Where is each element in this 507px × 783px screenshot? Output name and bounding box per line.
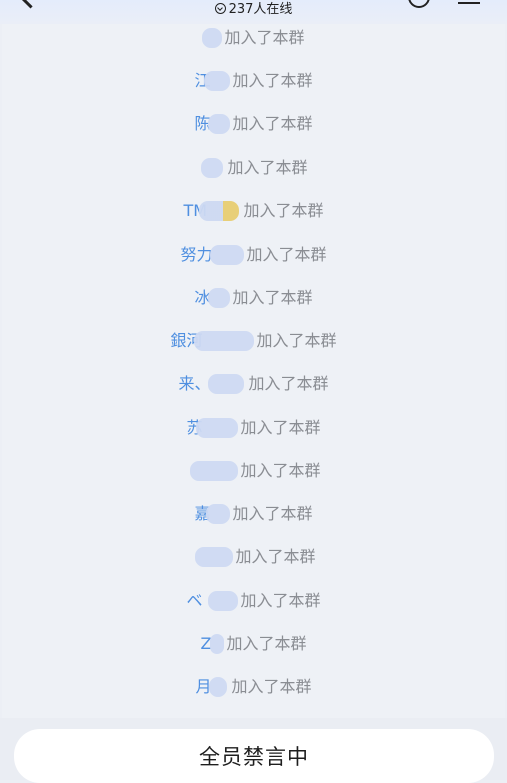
member-name[interactable]: 銀河: [170, 329, 255, 353]
member-name[interactable]: [186, 459, 239, 483]
chevron-down-icon: [214, 3, 226, 14]
join-action-text: 加入了本群: [232, 71, 313, 90]
join-action-text: 加入了本群: [224, 28, 305, 47]
join-action-text: 加入了本群: [231, 677, 312, 696]
member-name[interactable]: 月: [195, 675, 229, 699]
join-event: 陈 加入了本群: [2, 112, 505, 136]
join-action-text: 加入了本群: [227, 158, 308, 177]
join-action-text: 加入了本群: [240, 591, 321, 610]
member-name[interactable]: ベ: [186, 589, 239, 613]
member-name[interactable]: 来、: [178, 372, 246, 396]
member-name[interactable]: [199, 156, 225, 180]
join-event: ベ 加入了本群: [2, 589, 505, 613]
join-action-text: 加入了本群: [232, 114, 313, 133]
join-event: 来、 加入了本群: [2, 372, 505, 396]
online-count[interactable]: 237人在线: [0, 1, 507, 19]
mute-banner-label: 全员禁言中: [199, 745, 309, 769]
member-name[interactable]: Z: [200, 632, 225, 656]
join-event: TM 加入了本群: [2, 199, 505, 223]
join-event: 努力 加入了本群: [2, 243, 505, 267]
join-action-text: 加入了本群: [246, 245, 327, 264]
join-action-text: 加入了本群: [226, 634, 307, 653]
join-action-text: 加入了本群: [232, 504, 313, 523]
all-muted-banner: 全员禁言中: [14, 729, 494, 783]
online-count-label: 237人在线: [228, 2, 293, 17]
member-name[interactable]: 冰: [194, 286, 231, 310]
join-action-text: 加入了本群: [232, 288, 313, 307]
member-name[interactable]: 嘉: [194, 502, 231, 526]
join-event: 月 加入了本群: [2, 675, 505, 699]
join-action-text: 加入了本群: [240, 418, 321, 437]
join-action-text: 加入了本群: [248, 374, 329, 393]
join-event: 江 加入了本群: [2, 69, 505, 93]
member-name[interactable]: 江: [194, 69, 231, 93]
join-action-text: 加入了本群: [235, 547, 316, 566]
join-event: 加入了本群: [2, 545, 505, 569]
join-action-text: 加入了本群: [256, 331, 337, 350]
member-name[interactable]: 苏: [186, 416, 239, 440]
menu-icon[interactable]: [458, 0, 480, 4]
join-event: 加入了本群: [2, 26, 505, 50]
member-name[interactable]: 陈: [194, 112, 231, 136]
join-event: 加入了本群: [2, 156, 505, 180]
join-event: 冰 加入了本群: [2, 286, 505, 310]
join-event: 苏 加入了本群: [2, 416, 505, 440]
top-bar: 237人在线: [0, 0, 507, 24]
member-name[interactable]: [202, 26, 223, 50]
member-name[interactable]: TM: [183, 199, 241, 223]
join-event: 嘉 加入了本群: [2, 502, 505, 526]
member-name[interactable]: 努力: [180, 243, 245, 267]
join-action-text: 加入了本群: [240, 461, 321, 480]
join-event: 加入了本群: [2, 459, 505, 483]
join-event: Z 加入了本群: [2, 632, 505, 656]
member-name[interactable]: [191, 545, 234, 569]
join-action-text: 加入了本群: [243, 201, 324, 220]
system-message-feed: 加入了本群 江 加入了本群 陈 加入了本群 加入了本群 TM 加入了本群 努力 …: [2, 24, 505, 718]
join-event: 銀河 加入了本群: [2, 329, 505, 353]
